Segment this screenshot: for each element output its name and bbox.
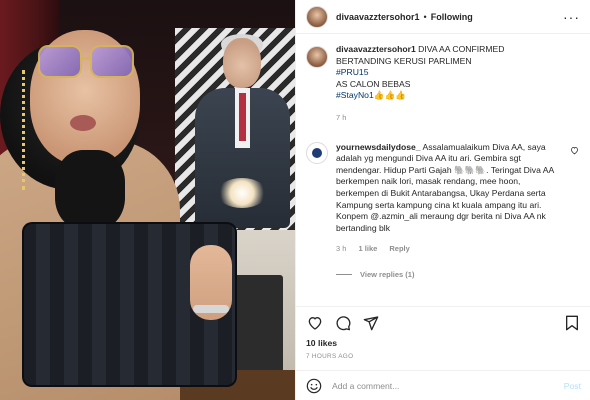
comment-body: yournewsdailydose_ Assalamualaikum Diva … <box>336 142 564 255</box>
following-button[interactable]: Following <box>431 12 473 22</box>
comments-scroll-area[interactable]: divaavazztersohor1 DIVA AA CONFIRMED BER… <box>296 34 590 306</box>
photo-bracelet <box>193 305 229 313</box>
photo-glasses-chain <box>22 70 26 190</box>
header-separator: • <box>423 11 427 22</box>
likes-count[interactable]: 10 likes <box>306 338 337 348</box>
bookmark-icon[interactable] <box>563 314 581 332</box>
view-replies-button[interactable]: View replies (1) <box>336 270 590 279</box>
comment-time: 3 h <box>336 244 347 254</box>
post-comment-button[interactable]: Post <box>564 381 581 391</box>
caption-username[interactable]: divaavazztersohor1 <box>336 44 416 54</box>
comment-meta: 3 h 1 like Reply <box>336 243 564 255</box>
photo-glasses-bridge <box>80 57 92 60</box>
caption-body: divaavazztersohor1 DIVA AA CONFIRMED BER… <box>336 44 576 124</box>
post-header: divaavazztersohor1 • Following ··· <box>296 0 590 34</box>
comment-bubble-icon[interactable] <box>334 314 352 332</box>
comment-likes[interactable]: 1 like <box>359 244 378 253</box>
like-heart-icon[interactable] <box>306 314 324 332</box>
caption-line-3: AS CALON BEBAS <box>336 78 411 89</box>
comment-item: yournewsdailydose_ Assalamualaikum Diva … <box>296 124 590 255</box>
caption-time: 7 h <box>336 112 347 122</box>
instagram-post-window: divaavazztersohor1 • Following ··· divaa… <box>0 0 590 400</box>
hashtag-stayno1[interactable]: #StayNo1 <box>336 90 374 100</box>
photo-glasses-right <box>90 45 134 78</box>
photo-lips <box>70 115 96 131</box>
caption-line-1: DIVA AA CONFIRMED <box>418 44 505 54</box>
caption-emoji: 👍👍👍 <box>373 90 406 101</box>
caption-avatar[interactable] <box>306 46 328 68</box>
caption-line-2: BERTANDING KERUSI PARLIMEN <box>336 55 472 66</box>
photo-collar <box>55 150 125 230</box>
add-comment-input[interactable] <box>332 380 532 391</box>
comment-text: Assalamualaikum Diva AA, saya adalah yg … <box>336 141 554 233</box>
comment-heart-icon[interactable] <box>570 146 579 155</box>
view-replies-label: View replies (1) <box>360 269 415 279</box>
comment-composer: Post <box>296 370 590 400</box>
more-options-icon[interactable]: ··· <box>563 9 580 25</box>
photo-screen-person <box>195 34 290 228</box>
emoji-smiley-icon[interactable] <box>306 378 322 394</box>
action-bar <box>296 306 590 338</box>
post-photo[interactable] <box>0 0 295 400</box>
author-username[interactable]: divaavazztersohor1 <box>336 12 420 22</box>
commenter-username[interactable]: yournewsdailydose_ <box>336 142 421 152</box>
author-avatar[interactable] <box>306 5 328 28</box>
reply-button[interactable]: Reply <box>389 244 409 253</box>
hashtag-pru15[interactable]: #PRU15 <box>336 67 576 79</box>
post-side-panel: divaavazztersohor1 • Following ··· divaa… <box>295 0 590 400</box>
share-plane-icon[interactable] <box>362 314 380 332</box>
commenter-avatar[interactable] <box>306 141 328 164</box>
caption: divaavazztersohor1 DIVA AA CONFIRMED BER… <box>296 34 590 124</box>
posted-time: 7 HOURS AGO <box>306 353 354 360</box>
photo-glasses-left <box>38 45 82 78</box>
replies-line <box>336 273 352 275</box>
